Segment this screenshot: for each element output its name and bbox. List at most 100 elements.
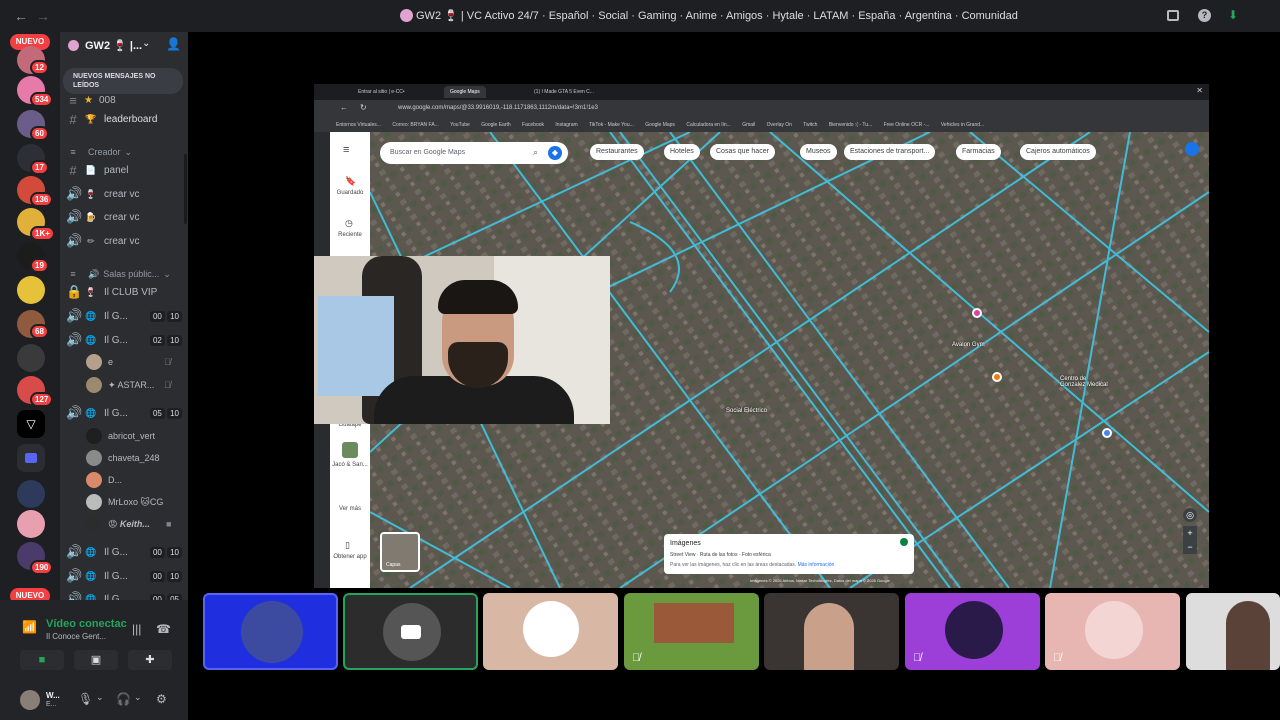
download-icon[interactable]: ⬇	[1228, 8, 1238, 22]
gear-icon[interactable]: ⚙	[156, 692, 167, 706]
bookmark-item[interactable]: Facebook	[522, 122, 544, 128]
participant-tile[interactable]	[343, 593, 478, 670]
map-place-label[interactable]: Centro de Gonzalez Medical	[1060, 376, 1110, 388]
place-thumbnail[interactable]	[342, 442, 358, 458]
voice-channel[interactable]: 🔊 🌐 Il G... 05 10	[66, 403, 184, 423]
folder-icon[interactable]	[17, 444, 45, 472]
chip-restaurants[interactable]: Restaurantes	[590, 144, 644, 160]
voice-user[interactable]: ✦ ASTAR... 🎙̸	[86, 375, 171, 395]
connection-label[interactable]: Vídeo conectac	[46, 618, 127, 630]
get-app-label[interactable]: Obtener app	[330, 554, 370, 560]
images-card[interactable]: Imágenes Street View · Ruta de las fotos…	[664, 534, 914, 574]
url-text[interactable]: www.google.com/maps/@33.9916019,-118.117…	[398, 105, 598, 111]
participant-tile[interactable]	[764, 593, 899, 670]
bookmark-icon[interactable]: 🔖	[345, 176, 356, 187]
bookmark-item[interactable]: Instagram	[555, 122, 577, 128]
chevron-down-icon[interactable]: ⌄	[142, 38, 150, 49]
search-icon[interactable]: ⌕	[533, 147, 538, 158]
chip-atms[interactable]: Cajeros automáticos	[1020, 144, 1096, 160]
directions-icon[interactable]: ◆	[548, 146, 562, 160]
voice-user[interactable]: 😡 Keith... ■	[86, 514, 171, 534]
images-options[interactable]: Street View · Ruta de las fotos · Foto e…	[670, 552, 771, 558]
bookmark-item[interactable]: Correo: BRYAN FA...	[392, 122, 439, 128]
avatar[interactable]	[20, 690, 40, 710]
server-icon[interactable]	[17, 276, 45, 304]
category-salas-publicas[interactable]: ≡ 🔊 Salas públic... ⌄	[66, 266, 170, 282]
headphones-icon[interactable]: 🎧	[116, 692, 131, 706]
zoom-out-icon[interactable]: −	[1183, 540, 1197, 554]
menu-icon[interactable]: ≡	[343, 144, 349, 156]
chevron-down-icon[interactable]: ⌄	[134, 692, 142, 703]
server-icon[interactable]	[17, 344, 45, 372]
voice-user[interactable]: e 🎙̸	[86, 352, 171, 372]
channel-leaderboard[interactable]: # 🏆 leaderboard	[66, 109, 184, 129]
category-creador[interactable]: ≡ Creador ⌄	[66, 144, 132, 160]
bookmark-item[interactable]: YouTube	[450, 122, 470, 128]
microphone-icon[interactable]: 🎙	[78, 692, 93, 706]
map-pin-icon[interactable]	[992, 372, 1002, 382]
voice-channel-crear-vc[interactable]: 🔊 ✏ crear vc	[66, 231, 184, 251]
participant-tile[interactable]: 🎙̸	[905, 593, 1040, 670]
more-info-link[interactable]: Más información	[798, 562, 835, 568]
saved-label[interactable]: Guardado	[330, 190, 370, 196]
voice-channel-crear-vc[interactable]: 🔊 🍷 crear vc	[66, 184, 184, 204]
history-icon[interactable]: ◷	[345, 218, 353, 229]
voice-channel[interactable]: 🔊 🌐 Il G... 00 10	[66, 566, 184, 586]
back-arrow-icon[interactable]: ←	[340, 103, 348, 112]
server-icon[interactable]	[17, 480, 45, 508]
browser-tab-active[interactable]: Google Maps	[444, 86, 486, 98]
channel-panel[interactable]: # 📄 panel	[66, 160, 184, 180]
chip-pharmacies[interactable]: Farmacias	[956, 144, 1001, 160]
back-arrow-icon[interactable]: ←	[14, 8, 28, 24]
bookmark-item[interactable]: Overlay On	[767, 122, 792, 128]
voice-user[interactable]: D...	[86, 470, 122, 490]
close-icon[interactable]: ✕	[1196, 86, 1203, 95]
bookmark-item[interactable]: Twitch	[803, 122, 817, 128]
voice-channel[interactable]: 🔊 🌐 Il G... 00 10	[66, 306, 184, 326]
address-bar[interactable]: ← ↻ www.google.com/maps/@33.9916019,-118…	[314, 100, 1209, 118]
forward-arrow-icon[interactable]: →	[36, 8, 50, 24]
channel-club-vip[interactable]: 🔒 🍷 Il CLUB VIP	[66, 282, 184, 302]
bookmark-item[interactable]: TikTok - Make You...	[589, 122, 634, 128]
more-label[interactable]: Ver más	[330, 506, 370, 512]
chevron-down-icon[interactable]: ⌄	[96, 692, 104, 703]
participant-tile[interactable]: 🎙̸	[1045, 593, 1180, 670]
help-icon[interactable]: ?	[1198, 9, 1211, 22]
map-pin-icon[interactable]	[1102, 428, 1112, 438]
activities-button[interactable]: ✚	[128, 650, 172, 670]
participant-tile[interactable]	[483, 593, 618, 670]
participant-tile[interactable]: 🎙̸	[624, 593, 759, 670]
voice-channel[interactable]: 🔊 🌐 Il G... 02 10	[66, 330, 184, 350]
map-pin-icon[interactable]	[972, 308, 982, 318]
triangle-server-icon[interactable]: ▽	[17, 410, 45, 438]
bookmark-item[interactable]: Bienvenido :( - Tu...	[829, 122, 872, 128]
zoom-in-icon[interactable]: +	[1183, 526, 1197, 540]
bookmark-item[interactable]: Entornos Virtuales...	[336, 122, 381, 128]
voice-user[interactable]: chaveta_248	[86, 448, 160, 468]
bookmark-item[interactable]: Free Online OCR -...	[884, 122, 930, 128]
participant-tile[interactable]	[203, 593, 338, 670]
scrollbar[interactable]	[184, 154, 187, 224]
map-place-label[interactable]: Avalon Gym	[952, 342, 985, 348]
inbox-icon[interactable]	[1167, 10, 1179, 21]
recent-label[interactable]: Reciente	[330, 232, 370, 238]
voice-channel[interactable]: 🔊 🌐 Il G... 00 10	[66, 542, 184, 562]
browser-tab[interactable]: Entrar al sitio | e-CC•	[352, 86, 411, 98]
phone-icon[interactable]: ▯	[345, 540, 350, 551]
bookmark-item[interactable]: Google Earth	[481, 122, 510, 128]
voice-channel-crear-vc[interactable]: 🔊 🍺 crear vc	[66, 207, 184, 227]
chip-hotels[interactable]: Hoteles	[664, 144, 700, 160]
server-icon[interactable]	[17, 510, 45, 538]
place-label[interactable]: Jacó & San...	[330, 462, 370, 468]
reload-icon[interactable]: ↻	[360, 103, 367, 112]
voice-user[interactable]: abricot_vert	[86, 426, 155, 446]
screen-share-button[interactable]: ▣	[74, 650, 118, 670]
noise-suppression-icon[interactable]: |||	[132, 622, 141, 636]
channel-partial[interactable]: ≡ ★ 008	[66, 90, 184, 110]
add-user-icon[interactable]: 👤	[166, 37, 181, 51]
close-icon[interactable]	[900, 538, 908, 546]
chip-things-to-do[interactable]: Cosas que hacer	[710, 144, 775, 160]
layers-button[interactable]: Capas	[380, 532, 420, 572]
bookmark-item[interactable]: Gmail	[742, 122, 755, 128]
server-header[interactable]: GW2 🍷 |... ⌄ 👤	[60, 32, 188, 58]
